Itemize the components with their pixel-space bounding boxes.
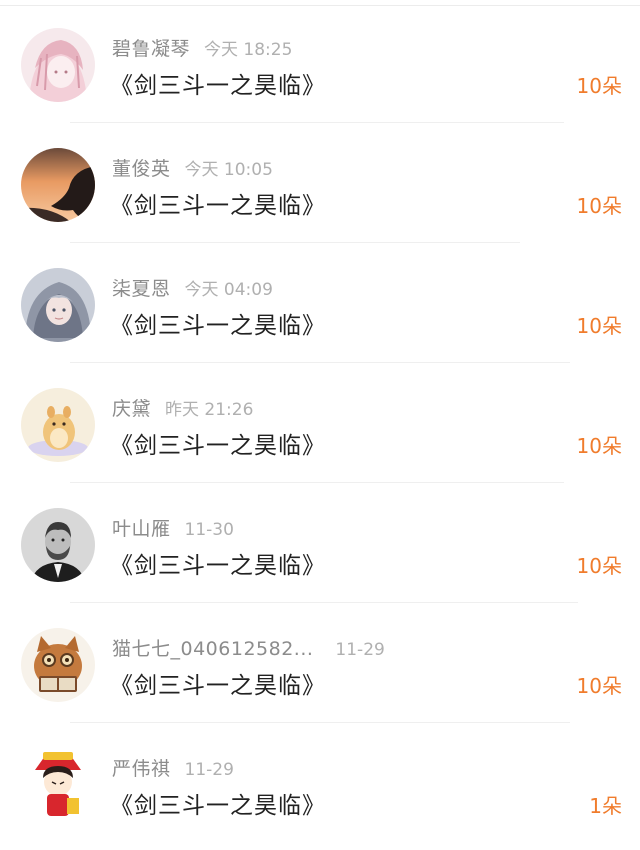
user-name[interactable]: 庆黛 [112,398,151,420]
message-time: 今天 04:09 [184,280,273,300]
message-meta: 董俊英 今天 10:05 [112,154,273,180]
gift-amount: 1朵 [589,794,622,818]
user-name[interactable]: 猫七七_040612582... [112,638,313,660]
list-item[interactable]: 猫七七_040612582... 11-29 《剑三斗一之昊临》 10朵 [0,600,640,723]
list-item[interactable]: 董俊英 今天 10:05 《剑三斗一之昊临》 10朵 [0,120,640,243]
gift-amount: 10朵 [576,314,622,338]
message-meta: 庆黛 昨天 21:26 [112,394,253,420]
list-item[interactable]: 碧鲁凝琴 今天 18:25 《剑三斗一之昊临》 10朵 [0,0,640,123]
message-meta: 碧鲁凝琴 今天 18:25 [112,34,292,60]
message-meta: 叶山雁 11-30 [112,514,234,540]
bearded-man-avatar-icon[interactable] [21,508,95,582]
book-title[interactable]: 《剑三斗一之昊临》 [110,426,326,460]
silver-hair-girl-avatar-icon[interactable] [21,268,95,342]
book-title[interactable]: 《剑三斗一之昊临》 [110,66,326,100]
book-title[interactable]: 《剑三斗一之昊临》 [110,306,326,340]
sunset-silhouette-avatar-icon[interactable] [21,148,95,222]
message-meta: 猫七七_040612582... 11-29 [112,634,385,660]
book-title[interactable]: 《剑三斗一之昊临》 [110,786,326,820]
user-name[interactable]: 严伟祺 [112,758,171,780]
message-meta: 柒夏恩 今天 04:09 [112,274,273,300]
gift-amount: 10朵 [576,194,622,218]
message-time: 今天 10:05 [184,160,273,180]
message-time: 11-29 [184,760,234,780]
gift-message-list: 碧鲁凝琴 今天 18:25 《剑三斗一之昊临》 10朵 董俊英今天 10:05 … [0,0,640,840]
message-time: 今天 18:25 [204,40,293,60]
gift-amount: 10朵 [576,674,622,698]
gift-amount: 10朵 [576,554,622,578]
book-title[interactable]: 《剑三斗一之昊临》 [110,546,326,580]
user-name[interactable]: 碧鲁凝琴 [112,38,190,60]
user-name[interactable]: 柒夏恩 [112,278,171,300]
chibi-girl-avatar-icon[interactable] [21,748,95,822]
user-name[interactable]: 董俊英 [112,158,171,180]
list-item[interactable]: 叶山雁 11-30 《剑三斗一之昊临》 10朵 [0,480,640,603]
user-name[interactable]: 叶山雁 [112,518,171,540]
book-title[interactable]: 《剑三斗一之昊临》 [110,186,326,220]
anime-girl-avatar-icon[interactable] [21,28,95,102]
list-item[interactable]: 柒夏恩 今天 04:09 《剑三斗一之昊临》 10朵 [0,240,640,363]
gift-amount: 10朵 [576,434,622,458]
message-meta: 严伟祺 11-29 [112,754,234,780]
gift-amount: 10朵 [576,74,622,98]
reading-cat-avatar-icon[interactable] [21,628,95,702]
list-item[interactable]: 严伟祺 11-29 《剑三斗一之昊临》 1朵 [0,720,640,840]
message-time: 昨天 21:26 [165,400,254,420]
message-time: 11-30 [184,520,234,540]
book-title[interactable]: 《剑三斗一之昊临》 [110,666,326,700]
list-item[interactable]: 庆黛 昨天 21:26 《剑三斗一之昊临》 10朵 [0,360,640,483]
hamster-avatar-icon[interactable] [21,388,95,462]
message-time: 11-29 [335,640,385,660]
